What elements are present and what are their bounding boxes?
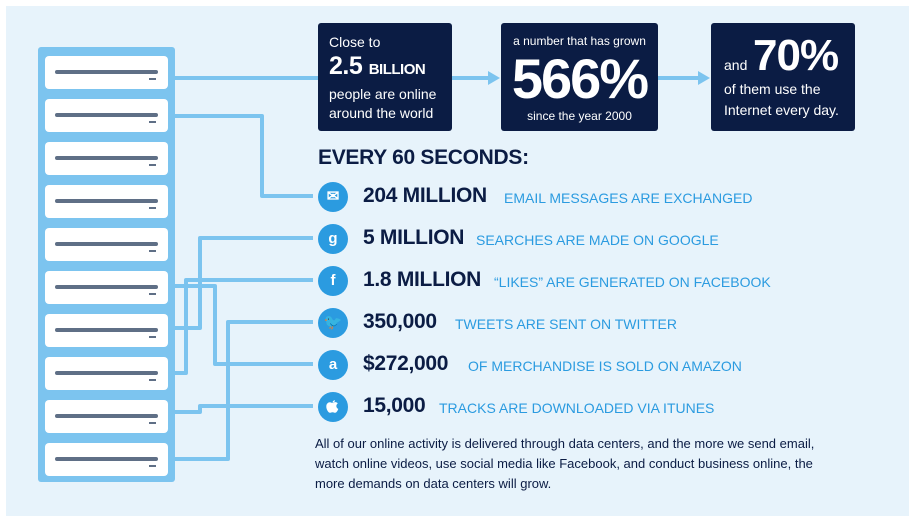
stat-description: “LIKES” ARE GENERATED ON FACEBOOK (494, 274, 771, 290)
connector-line-itunes (175, 404, 313, 414)
stat-description: SEARCHES ARE MADE ON GOOGLE (476, 232, 719, 248)
stat-box-growth: a number that has grown 566% since the y… (501, 23, 658, 131)
connector-line-email (175, 114, 313, 198)
stat-description: EMAIL MESSAGES ARE EXCHANGED (504, 190, 753, 206)
stat-box-online-users: Close to 2.5 BILLION people are online ar… (318, 23, 452, 131)
server-unit (45, 142, 168, 175)
server-unit (45, 56, 168, 89)
twitter-icon: 🐦 (318, 308, 348, 338)
section-heading: EVERY 60 SECONDS: (318, 146, 529, 169)
server-unit (45, 99, 168, 132)
stat-value: 15,000 (363, 394, 426, 417)
arrow-head-1 (488, 71, 500, 85)
footer-paragraph: All of our online activity is delivered … (315, 436, 815, 491)
google-icon: g (318, 224, 348, 254)
connector-line-google (175, 236, 313, 330)
connector-line-amazon (175, 284, 313, 366)
amazon-icon: a (318, 350, 348, 380)
server-unit (45, 271, 168, 304)
apple-icon (318, 392, 348, 422)
stat-box-1-text: people are online around the world (329, 86, 437, 121)
server-rack (38, 47, 175, 482)
server-unit (45, 185, 168, 218)
stat-value: 1.8 MILLION (363, 268, 482, 291)
stat-box-2-tail: since the year 2000 (527, 109, 632, 123)
stat-description: OF MERCHANDISE IS SOLD ON AMAZON (468, 358, 742, 374)
facebook-icon: f (318, 266, 348, 296)
server-unit (45, 228, 168, 261)
stat-box-1-number: 2.5 BILLION (329, 52, 426, 80)
stat-box-daily-use: and 70% of them use the Internet every da… (711, 23, 855, 131)
stat-box-3-number: 70% (753, 31, 839, 80)
apple-glyph (326, 400, 339, 413)
stat-value: 350,000 (363, 310, 437, 333)
stat-value: 5 MILLION (363, 226, 465, 249)
stat-value: $272,000 (363, 352, 449, 375)
server-unit (45, 443, 168, 476)
stat-box-3-lead: and (724, 57, 748, 73)
server-unit (45, 314, 168, 347)
connector-line-twitter (175, 320, 313, 461)
stat-box-2-lead: a number that has grown (513, 34, 646, 48)
stat-value: 204 MILLION (363, 184, 487, 207)
stat-box-2-number: 566% (511, 47, 649, 110)
stat-description: TWEETS ARE SENT ON TWITTER (455, 316, 677, 332)
stat-description: TRACKS ARE DOWNLOADED VIA ITUNES (439, 400, 715, 416)
stat-box-1-lead: Close to (329, 34, 381, 50)
stat-box-3-text: of them use the Internet every day. (724, 81, 839, 118)
server-unit (45, 357, 168, 390)
server-unit (45, 400, 168, 433)
arrow-head-2 (698, 71, 710, 85)
email-icon: ✉ (318, 182, 348, 212)
